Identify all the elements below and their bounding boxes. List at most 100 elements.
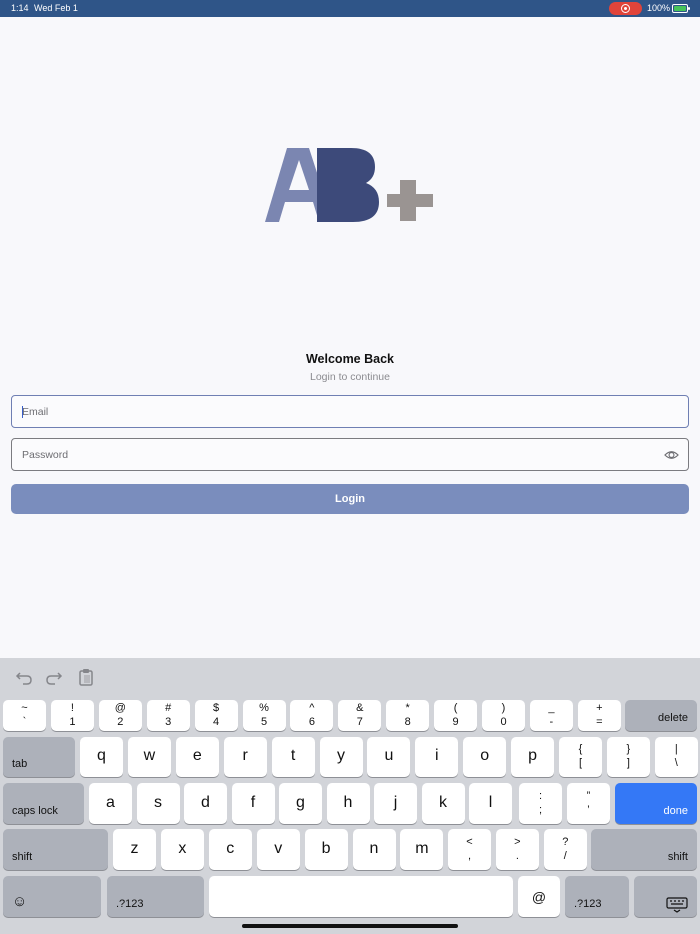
key-label: a [106,793,115,811]
emoji-key[interactable]: ☺ [3,876,101,917]
key-o[interactable]: o [463,737,507,777]
key-shift-label: @ [114,701,126,714]
numbers-key-right[interactable]: .?123 [565,876,629,917]
key-s[interactable]: s [136,783,180,824]
password-input[interactable] [22,439,662,470]
screen-recording-indicator[interactable] [609,2,642,15]
status-date: Wed Feb 1 [34,3,78,13]
key-h[interactable]: h [326,783,370,824]
key-`[interactable]: ~ ` [3,700,46,731]
key--[interactable]: _ - [529,700,573,731]
home-indicator[interactable] [242,924,458,928]
key-3[interactable]: #3 [146,700,190,731]
battery-icon [672,4,690,13]
key-[[interactable]: {[ [559,737,602,777]
key-base-label: 9 [452,715,459,728]
paste-icon[interactable] [76,667,96,687]
key-label: v [274,839,283,857]
key-p[interactable]: p [511,737,555,777]
space-key[interactable] [209,876,513,917]
key-f[interactable]: f [231,783,275,824]
key-label: shift [667,851,688,863]
keyboard-dismiss-key[interactable] [634,876,697,917]
key-shift-label: } [626,743,631,755]
key-][interactable]: }] [606,737,650,777]
key-label: p [528,747,538,764]
key-\[interactable]: | \ [654,737,698,777]
key-label: ☺ [12,893,28,910]
key-shift-label: | [674,743,678,755]
key-6[interactable]: ^ 6 [290,700,334,731]
key-j[interactable]: j [374,783,417,824]
key-z[interactable]: z [113,829,156,870]
key-x[interactable]: x [160,829,204,870]
key-label: r [242,747,248,764]
key-label: t [290,747,296,764]
key-7[interactable]: & 7 [338,700,382,731]
key-label: delete [658,712,688,724]
key-base-label: 1 [69,715,76,728]
key-base-label: 3 [165,715,172,728]
logo-plus-horizontal [387,194,433,207]
caps-lock-key[interactable]: caps lock [3,783,84,824]
undo-icon[interactable] [14,667,34,687]
email-input[interactable] [22,396,662,427]
status-time: 1:14 [11,3,29,13]
key-label: l [488,793,493,811]
key-base-label: ; [538,803,543,816]
key-base-label: - [549,715,554,728]
key-base-label: ’ [587,803,590,816]
key-9[interactable]: (9 [434,700,478,731]
key-w[interactable]: w [127,737,171,777]
key-label: m [415,839,429,857]
key-c[interactable]: c [208,829,252,870]
key-n[interactable]: n [352,829,396,870]
key-k[interactable]: k [421,783,465,824]
key-y[interactable]: y [319,737,363,777]
shift-left-key[interactable]: shift [3,829,108,870]
key-label: k [439,793,447,811]
key-e[interactable]: e [175,737,219,777]
delete-key[interactable]: delete [625,700,697,731]
key-t[interactable]: t [271,737,315,777]
done-key[interactable]: done [615,783,697,824]
key-label: q [97,747,106,764]
key-semicolon[interactable]: :; [519,783,562,824]
key-m[interactable]: m [400,829,444,870]
shift-right-key[interactable]: shift [591,829,697,870]
key-.[interactable]: >. [495,829,539,870]
key-label: caps lock [12,805,58,817]
key-0[interactable]: ) 0 [482,700,525,731]
key-l[interactable]: l [469,783,512,824]
key-1[interactable]: ! 1 [50,700,94,731]
key-8[interactable]: * 8 [386,700,430,731]
key-shift-label: > [514,835,521,848]
key-quote[interactable]: ”’ [567,783,610,824]
key-2[interactable]: @2 [98,700,142,731]
key-base-label: 5 [260,715,268,728]
key-=[interactable]: + = [577,700,621,731]
key-b[interactable]: b [304,829,348,870]
numbers-key-left[interactable]: .?123 [107,876,204,917]
key-i[interactable]: i [415,737,459,777]
at-key[interactable]: @ [518,876,560,917]
key-shift-label: $ [213,701,220,714]
key-d[interactable]: d [184,783,227,824]
key-/[interactable]: ? / [543,829,587,870]
key-r[interactable]: r [223,737,267,777]
key-v[interactable]: v [256,829,300,870]
key-a[interactable]: a [89,783,132,824]
key-q[interactable]: q [80,737,123,777]
key-u[interactable]: u [367,737,411,777]
key-4[interactable]: $4 [194,700,238,731]
key-base-label: 8 [404,715,411,728]
redo-icon[interactable] [44,667,64,687]
key-5[interactable]: % 5 [242,700,286,731]
tab-key[interactable]: tab [3,737,75,777]
key-g[interactable]: g [279,783,322,824]
eye-icon[interactable] [664,448,679,462]
key-base-label: 0 [500,715,507,728]
login-button[interactable]: Login [11,484,689,514]
key-,[interactable]: <, [448,829,491,870]
key-label: n [369,839,379,857]
